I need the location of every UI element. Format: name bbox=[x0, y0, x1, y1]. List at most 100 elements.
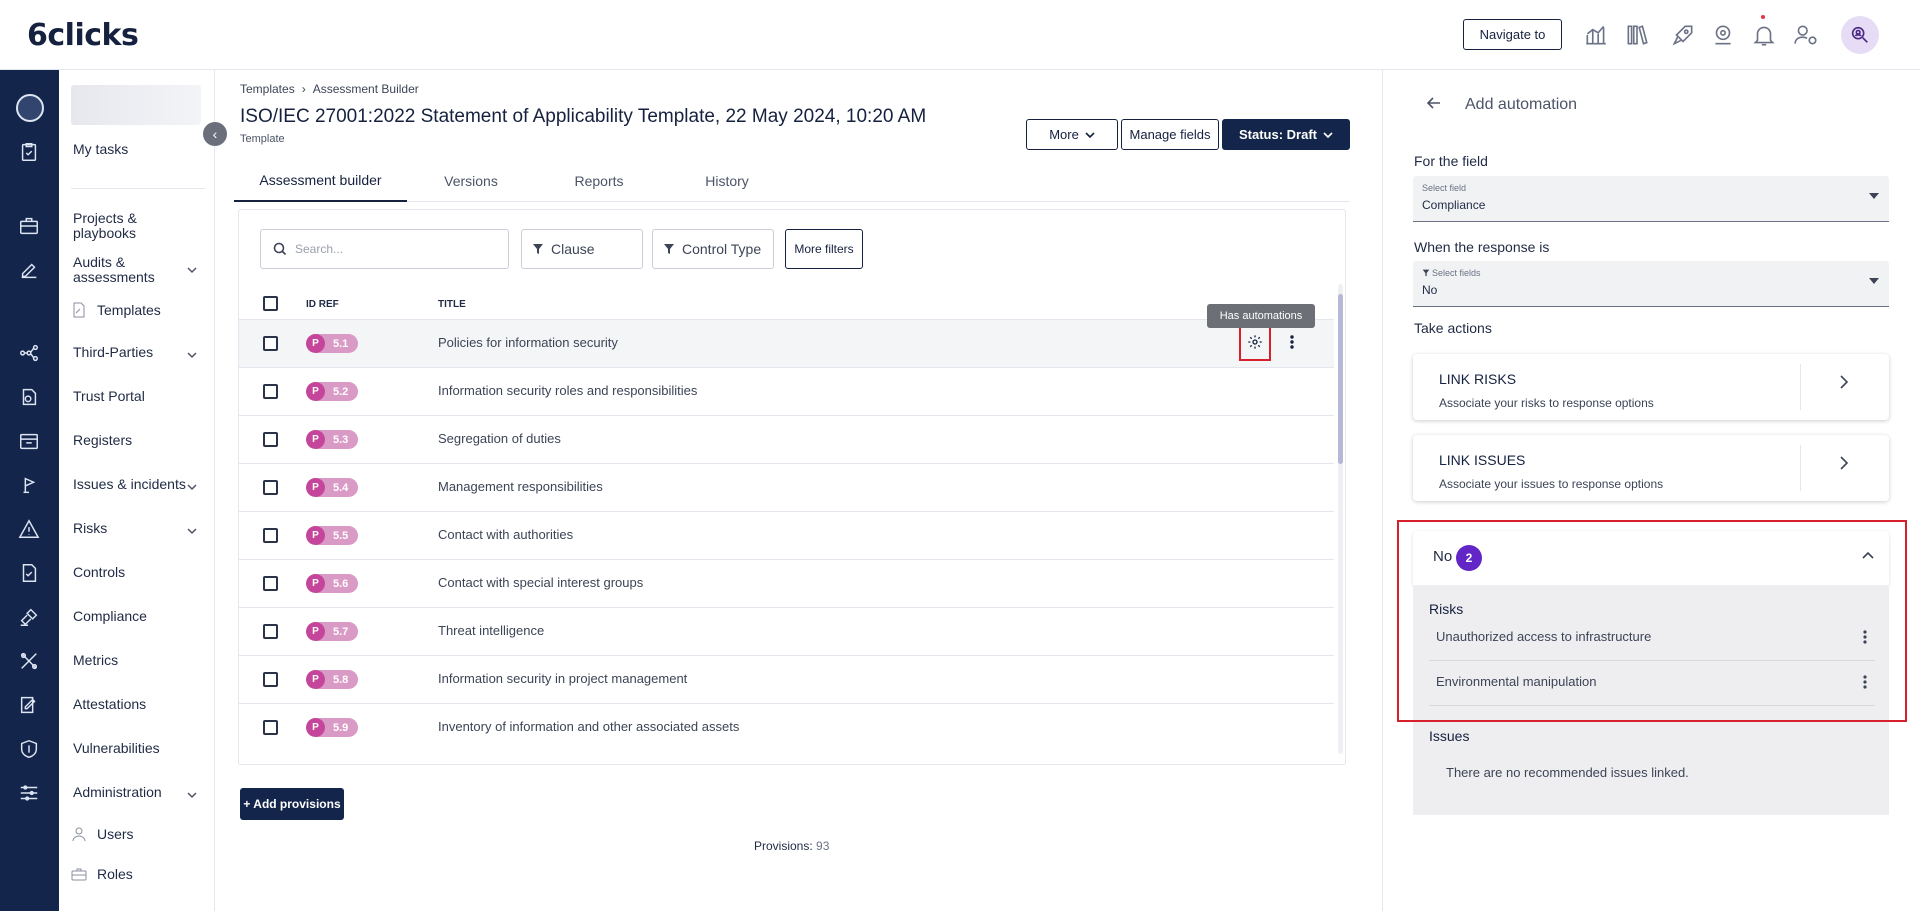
sidebar-item-audits[interactable]: Audits & assessments bbox=[73, 255, 183, 285]
chevron-down-icon[interactable] bbox=[187, 265, 197, 275]
gear-icon[interactable] bbox=[1239, 323, 1271, 361]
table-row[interactable]: P 5.3 Segregation of duties bbox=[239, 415, 1334, 463]
row-title[interactable]: Contact with authorities bbox=[438, 527, 573, 542]
more-button[interactable]: More bbox=[1026, 119, 1118, 150]
tab-reports[interactable]: Reports bbox=[535, 160, 663, 202]
metrics-icon[interactable] bbox=[15, 647, 43, 675]
sidebar-item-my-tasks[interactable]: My tasks bbox=[73, 142, 128, 157]
table-row[interactable]: P 5.1 Policies for information security bbox=[239, 319, 1334, 367]
search-input[interactable]: Search... bbox=[260, 229, 509, 269]
collapse-sidebar-button[interactable]: ‹ bbox=[203, 122, 227, 146]
chevron-right-icon[interactable] bbox=[1838, 455, 1850, 471]
brand-logo[interactable]: 6clicks bbox=[27, 18, 139, 53]
analytics-icon[interactable] bbox=[1583, 22, 1609, 48]
for-field-label: For the field bbox=[1414, 153, 1488, 169]
vulnerabilities-icon[interactable] bbox=[15, 735, 43, 763]
tab-history[interactable]: History bbox=[663, 160, 791, 202]
tab-assessment-builder[interactable]: Assessment builder bbox=[234, 160, 407, 202]
trust-portal-icon[interactable] bbox=[15, 383, 43, 411]
more-vertical-icon[interactable] bbox=[1290, 334, 1294, 355]
table-row[interactable]: P 5.7 Threat intelligence bbox=[239, 607, 1334, 655]
controls-icon[interactable] bbox=[15, 559, 43, 587]
row-title[interactable]: Management responsibilities bbox=[438, 479, 603, 494]
breadcrumb-templates[interactable]: Templates bbox=[240, 82, 295, 96]
sidebar-item-attestations[interactable]: Attestations bbox=[73, 697, 146, 712]
table-row[interactable]: P 5.6 Contact with special interest groups bbox=[239, 559, 1334, 607]
clause-filter[interactable]: Clause bbox=[521, 229, 643, 269]
chevron-down-icon[interactable] bbox=[187, 526, 197, 536]
response-select[interactable]: Select fields No bbox=[1413, 261, 1889, 307]
row-checkbox[interactable] bbox=[263, 624, 278, 639]
sidebar-item-projects[interactable]: Projects & playbooks bbox=[73, 211, 183, 241]
navigate-to-button[interactable]: Navigate to bbox=[1463, 19, 1562, 50]
user-settings-icon[interactable] bbox=[1793, 22, 1819, 48]
tab-versions[interactable]: Versions bbox=[407, 160, 535, 202]
table-row[interactable]: P 5.2 Information security roles and respo… bbox=[239, 367, 1334, 415]
divider bbox=[1800, 445, 1801, 491]
registers-icon[interactable] bbox=[15, 427, 43, 455]
row-checkbox[interactable] bbox=[263, 384, 278, 399]
add-provisions-button[interactable]: + Add provisions bbox=[240, 788, 344, 820]
risks-icon[interactable] bbox=[15, 515, 43, 543]
sidebar-item-controls[interactable]: Controls bbox=[73, 565, 125, 580]
row-title[interactable]: Contact with special interest groups bbox=[438, 575, 643, 590]
row-title[interactable]: Segregation of duties bbox=[438, 431, 561, 446]
row-checkbox[interactable] bbox=[263, 480, 278, 495]
sidebar-item-third-parties[interactable]: Third-Parties bbox=[73, 345, 153, 360]
table-row[interactable]: P 5.5 Contact with authorities bbox=[239, 511, 1334, 559]
back-arrow-icon[interactable] bbox=[1425, 94, 1443, 117]
sidebar-item-administration[interactable]: Administration bbox=[73, 785, 162, 800]
link-issues-card[interactable]: LINK ISSUES Associate your issues to res… bbox=[1413, 435, 1889, 501]
row-checkbox[interactable] bbox=[263, 720, 278, 735]
issues-icon[interactable] bbox=[15, 471, 43, 499]
row-checkbox[interactable] bbox=[263, 576, 278, 591]
audits-icon[interactable] bbox=[15, 256, 43, 284]
sidebar-item-compliance[interactable]: Compliance bbox=[73, 609, 147, 624]
bell-icon[interactable] bbox=[1751, 22, 1777, 48]
library-icon[interactable] bbox=[1624, 22, 1650, 48]
manage-fields-button[interactable]: Manage fields bbox=[1121, 119, 1219, 150]
sidebar-item-issues[interactable]: Issues & incidents bbox=[73, 477, 186, 492]
field-select[interactable]: Select field Compliance bbox=[1413, 176, 1889, 222]
more-filters-button[interactable]: More filters bbox=[785, 229, 863, 269]
table-row[interactable]: P 5.4 Management responsibilities bbox=[239, 463, 1334, 511]
table-row[interactable]: P 5.9 Inventory of information and other a… bbox=[239, 703, 1334, 751]
row-title[interactable]: Inventory of information and other assoc… bbox=[438, 719, 739, 734]
control-type-filter[interactable]: Control Type bbox=[652, 229, 774, 269]
chevron-right-icon[interactable] bbox=[1838, 374, 1850, 390]
row-checkbox[interactable] bbox=[263, 528, 278, 543]
sidebar-item-roles[interactable]: Roles bbox=[71, 866, 133, 882]
chevron-down-icon[interactable] bbox=[187, 790, 197, 800]
row-checkbox[interactable] bbox=[263, 672, 278, 687]
row-title[interactable]: Information security in project manageme… bbox=[438, 671, 687, 686]
attestations-icon[interactable] bbox=[15, 691, 43, 719]
tasks-icon[interactable] bbox=[15, 138, 43, 166]
compliance-icon[interactable] bbox=[15, 603, 43, 631]
row-title[interactable]: Threat intelligence bbox=[438, 623, 544, 638]
home-icon[interactable] bbox=[16, 94, 44, 122]
row-checkbox[interactable] bbox=[263, 336, 278, 351]
support-icon[interactable] bbox=[1710, 22, 1736, 48]
sidebar-item-users[interactable]: Users bbox=[71, 826, 134, 842]
sidebar-item-vulnerabilities[interactable]: Vulnerabilities bbox=[73, 741, 160, 756]
third-parties-icon[interactable] bbox=[15, 339, 43, 367]
chevron-down-icon[interactable] bbox=[187, 482, 197, 492]
select-all-checkbox[interactable] bbox=[263, 296, 278, 311]
row-title[interactable]: Information security roles and responsib… bbox=[438, 383, 697, 398]
sidebar-item-trust-portal[interactable]: Trust Portal bbox=[73, 389, 145, 404]
global-search-icon[interactable] bbox=[1841, 16, 1879, 54]
status-button[interactable]: Status: Draft bbox=[1222, 119, 1350, 150]
scrollbar-thumb[interactable] bbox=[1338, 294, 1343, 464]
row-checkbox[interactable] bbox=[263, 432, 278, 447]
sidebar-item-registers[interactable]: Registers bbox=[73, 433, 132, 448]
link-risks-card[interactable]: LINK RISKS Associate your risks to respo… bbox=[1413, 354, 1889, 420]
sidebar-item-templates[interactable]: Templates bbox=[71, 302, 161, 318]
rocket-icon[interactable] bbox=[1670, 22, 1696, 48]
table-row[interactable]: P 5.8 Information security in project mana… bbox=[239, 655, 1334, 703]
administration-icon[interactable] bbox=[15, 779, 43, 807]
chevron-down-icon[interactable] bbox=[187, 350, 197, 360]
projects-icon[interactable] bbox=[15, 212, 43, 240]
sidebar-item-risks[interactable]: Risks bbox=[73, 521, 107, 536]
sidebar-item-metrics[interactable]: Metrics bbox=[73, 653, 118, 668]
row-title[interactable]: Policies for information security bbox=[438, 335, 618, 350]
